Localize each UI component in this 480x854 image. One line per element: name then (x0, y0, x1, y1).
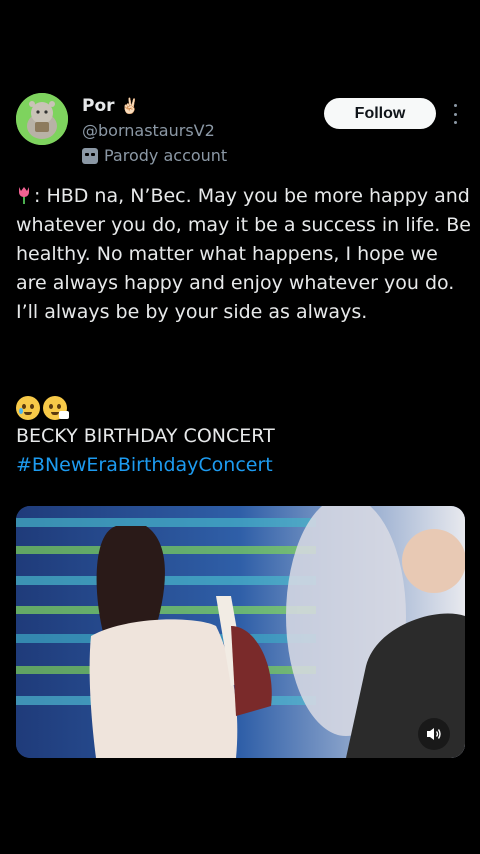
avatar-image (16, 93, 68, 145)
more-vertical-icon[interactable] (448, 104, 462, 124)
mask-icon (82, 147, 98, 164)
crying-face-emoji (16, 396, 40, 420)
post-text-content: : HBD na, N’Bec. May you be more happy a… (16, 185, 478, 323)
hashtag-link[interactable]: #BNewEraBirthdayConcert (16, 454, 273, 476)
parody-label: Parody account (82, 146, 227, 165)
post-text: : HBD na, N’Bec. May you be more happy a… (16, 182, 472, 327)
avatar[interactable] (16, 93, 68, 145)
author-handle[interactable]: @bornastaursV2 (82, 121, 215, 140)
follow-button[interactable]: Follow (324, 98, 436, 129)
parody-label-text: Parody account (104, 146, 228, 165)
concert-title: BECKY BIRTHDAY CONCERT (16, 425, 275, 447)
volume-icon[interactable] (418, 718, 450, 750)
sneezing-face-emoji (43, 396, 69, 420)
author-name-row: Por ✌🏻 (82, 96, 139, 116)
video-frame (16, 506, 465, 758)
emoji-row (16, 396, 69, 420)
post: Por ✌🏻 @bornastaursV2 Parody account Fol… (0, 0, 480, 854)
victory-hand-icon: ✌🏻 (120, 96, 140, 115)
tulip-icon (19, 187, 29, 204)
display-name[interactable]: Por (82, 96, 115, 116)
video-media[interactable] (16, 506, 465, 758)
